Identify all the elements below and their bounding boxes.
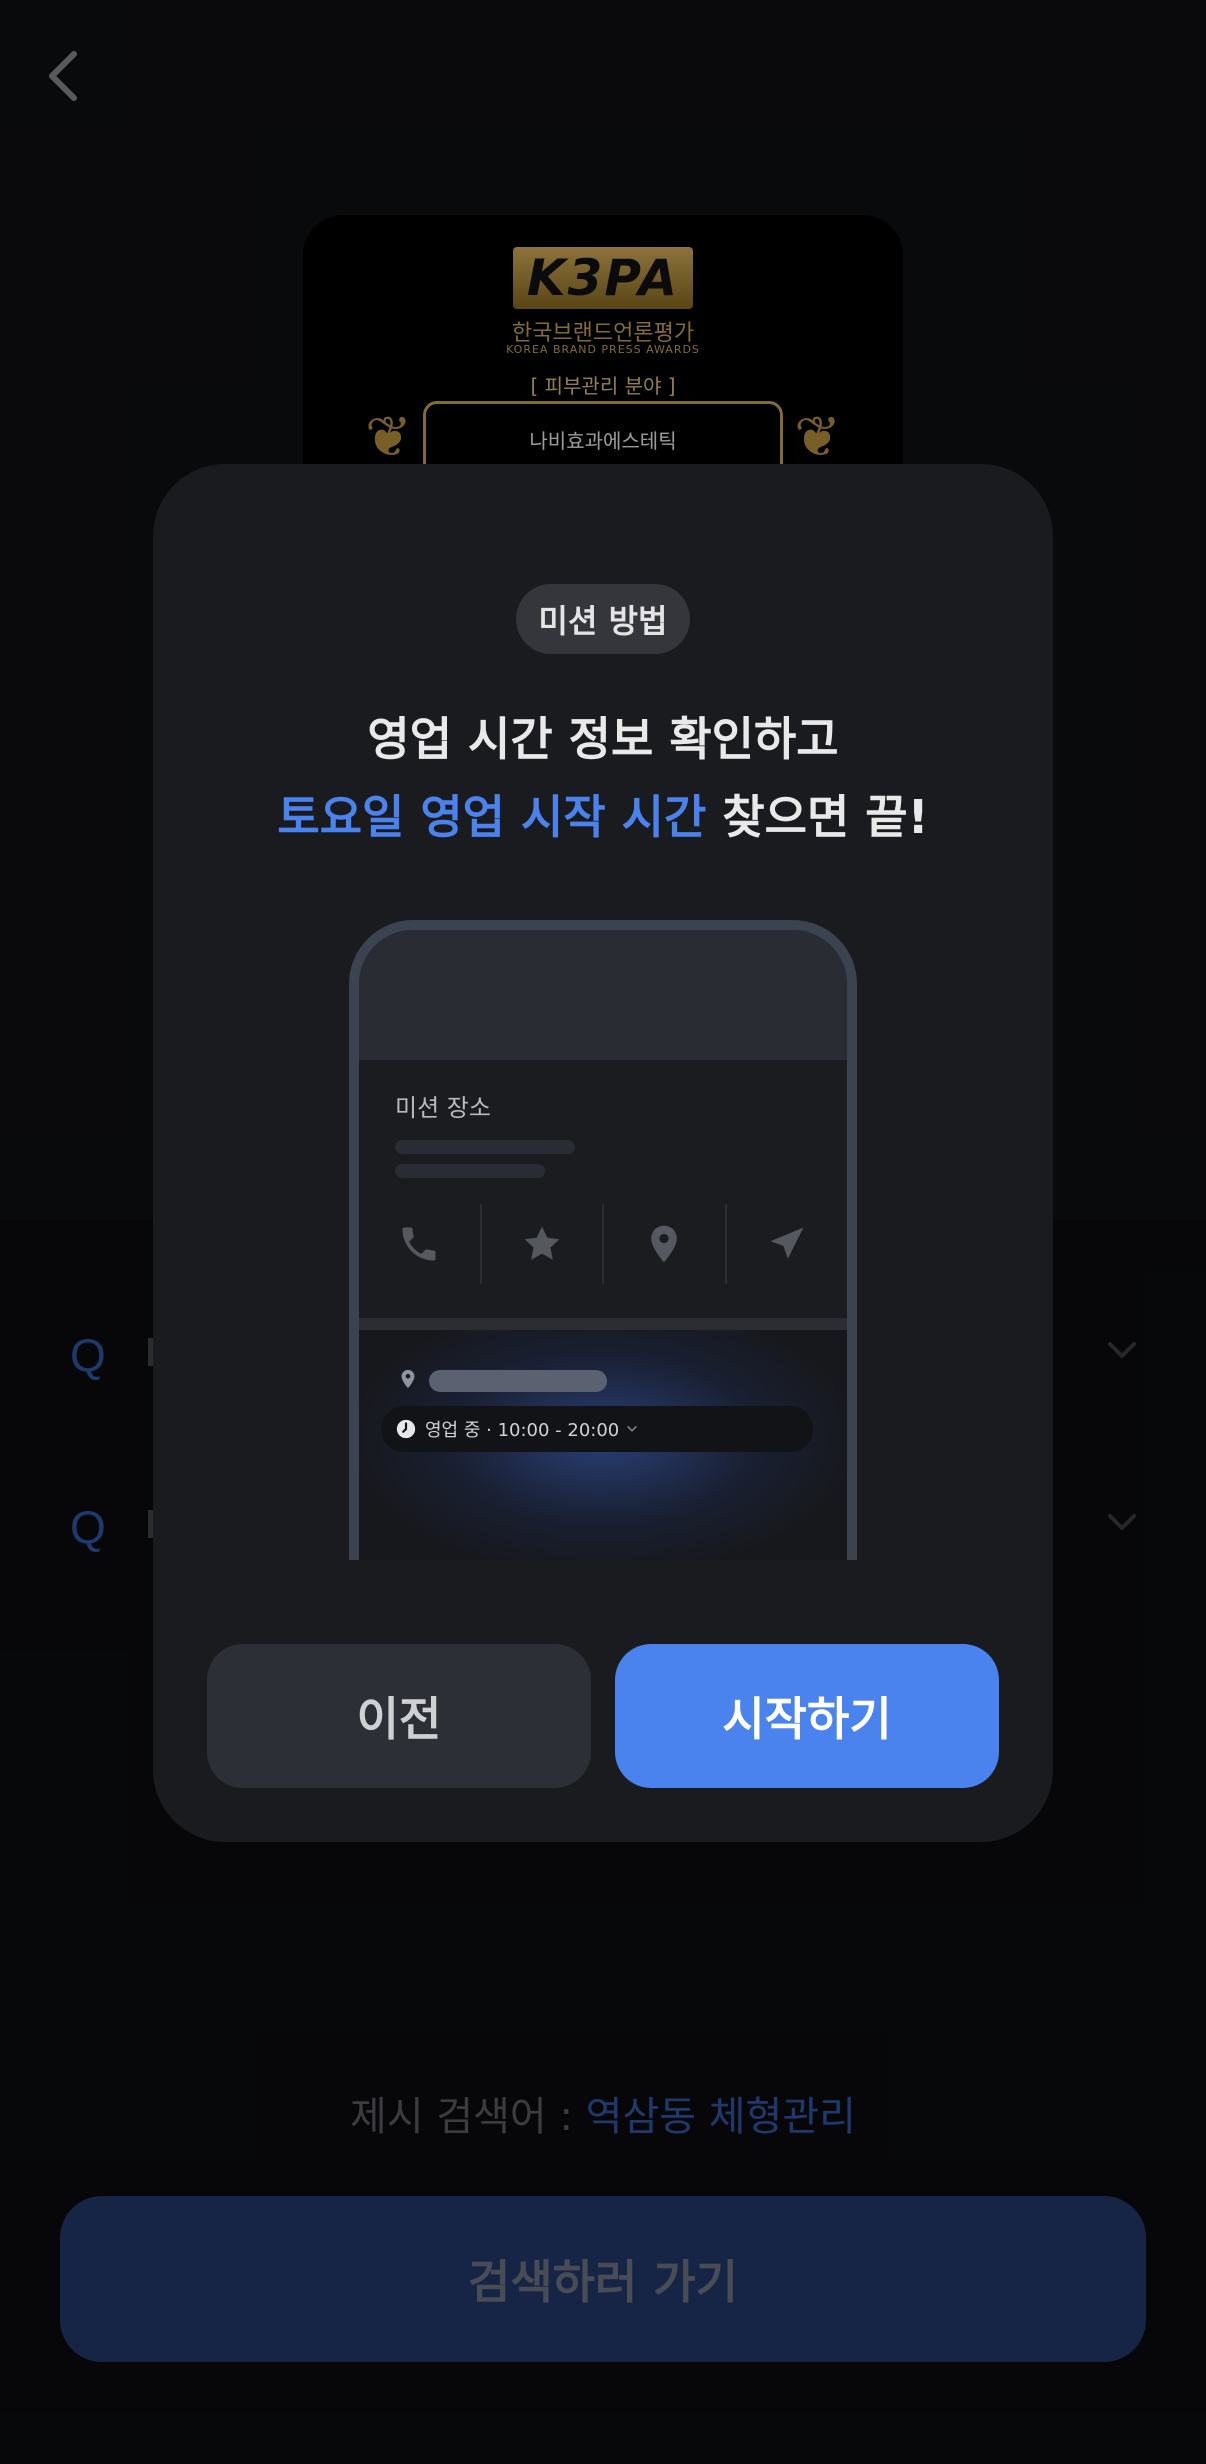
placeholder-line xyxy=(395,1140,575,1154)
send-icon xyxy=(770,1227,804,1259)
chevron-down-icon xyxy=(627,1425,638,1432)
headline-accent: 토요일 영업 시작 시간 xyxy=(277,790,707,844)
start-button[interactable]: 시작하기 xyxy=(615,1644,999,1788)
prev-button[interactable]: 이전 xyxy=(207,1644,591,1788)
headline-line1: 영업 시간 정보 확인하고 xyxy=(367,712,839,766)
business-hours: 영업 중 · 10:00 - 20:00 xyxy=(381,1406,813,1452)
mission-modal: 미션 방법 영업 시간 정보 확인하고 토요일 영업 시작 시간 찾으면 끝! … xyxy=(153,464,1053,1842)
hours-highlight: 영업 중 · 10:00 - 20:00 xyxy=(359,1330,847,1560)
place-card: 미션 장소 xyxy=(359,1060,847,1318)
clock-icon xyxy=(396,1419,416,1439)
location-pin-icon xyxy=(651,1225,678,1263)
placeholder-line xyxy=(395,1164,545,1178)
headline-line2: 토요일 영업 시작 시간 찾으면 끝! xyxy=(153,778,1053,856)
place-card-title: 미션 장소 xyxy=(395,1094,491,1122)
divider xyxy=(359,1318,847,1330)
phone-icon xyxy=(402,1227,436,1261)
modal-headline: 영업 시간 정보 확인하고 토요일 영업 시작 시간 찾으면 끝! xyxy=(153,700,1053,856)
phone-top xyxy=(359,930,847,1060)
mission-method-badge: 미션 방법 xyxy=(516,584,690,654)
location-pin-icon xyxy=(401,1369,415,1389)
star-icon xyxy=(524,1226,560,1260)
action-icons xyxy=(359,1204,847,1284)
hours-text: 영업 중 · 10:00 - 20:00 xyxy=(425,1420,620,1441)
phone-illustration: 미션 장소 영업 중 · 10:00 - 20:00 xyxy=(349,920,857,1560)
headline-rest: 찾으면 끝! xyxy=(706,790,929,844)
address-placeholder xyxy=(429,1370,607,1392)
